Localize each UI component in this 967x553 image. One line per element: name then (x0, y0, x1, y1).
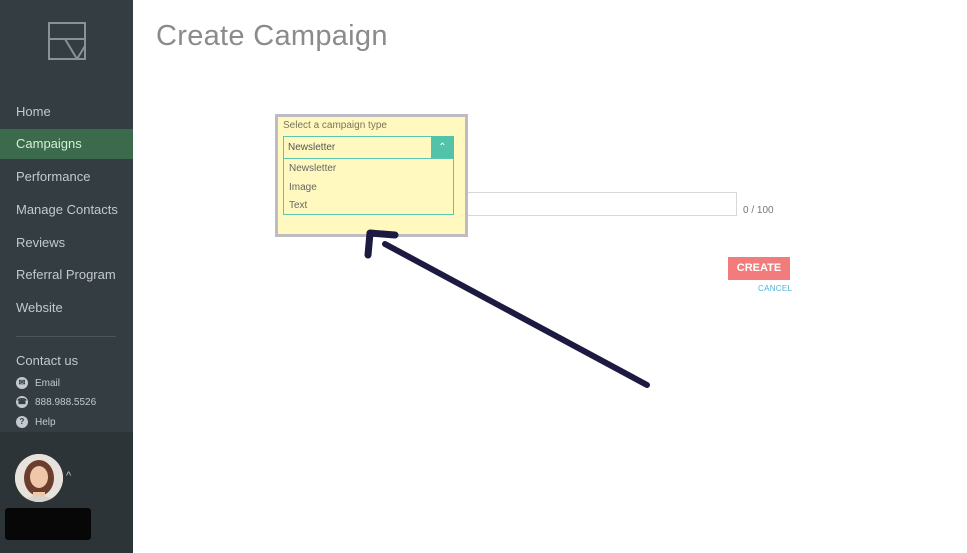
annotation-arrow-icon (364, 229, 650, 388)
